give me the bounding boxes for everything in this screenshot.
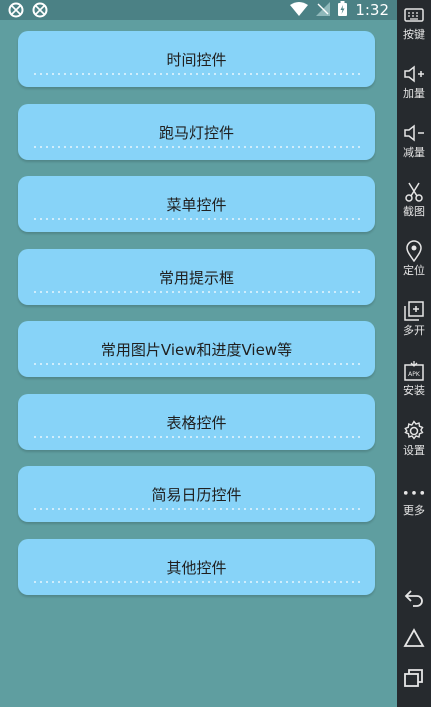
- sidebar-item-keys[interactable]: 按键: [397, 2, 431, 58]
- image-progress-view-button[interactable]: 常用图片View和进度View等: [18, 321, 375, 377]
- button-decoration: [32, 289, 361, 295]
- svg-text:APK: APK: [408, 371, 421, 378]
- button-label: 其他控件: [166, 558, 227, 577]
- button-decoration: [32, 71, 361, 77]
- button-decoration: [32, 434, 361, 440]
- table-widget-button[interactable]: 表格控件: [18, 394, 375, 450]
- apk-install-icon: APK: [403, 360, 425, 382]
- sidebar-label: 多开: [403, 324, 425, 337]
- sidebar-label: 加量: [403, 87, 425, 100]
- sidebar-item-multi-instance[interactable]: 多开: [397, 298, 431, 354]
- cell-signal-icon: [316, 1, 331, 20]
- sidebar-item-location[interactable]: 定位: [397, 238, 431, 294]
- sidebar-label: 按键: [403, 28, 425, 41]
- app-content: 时间控件 跑马灯控件 菜单控件 常用提示框 常用图片View和进度View等 表…: [0, 20, 397, 707]
- location-pin-icon: [403, 240, 425, 262]
- button-decoration: [32, 216, 361, 222]
- sidebar-item-settings[interactable]: 设置: [397, 418, 431, 474]
- button-decoration: [32, 361, 361, 367]
- dialog-widget-button[interactable]: 常用提示框: [18, 249, 375, 305]
- calendar-widget-button[interactable]: 简易日历控件: [18, 466, 375, 522]
- sidebar-label: 安装: [403, 384, 425, 397]
- sidebar-label: 减量: [403, 146, 425, 159]
- recents-icon[interactable]: [403, 667, 425, 689]
- sidebar-label: 设置: [403, 444, 425, 457]
- wifi-icon: [290, 1, 309, 20]
- back-icon[interactable]: [403, 587, 425, 609]
- sidebar-item-volume-down[interactable]: 减量: [397, 120, 431, 176]
- more-dots-icon: [403, 480, 425, 502]
- button-label: 表格控件: [166, 413, 227, 432]
- sidebar-label: 截图: [403, 205, 425, 218]
- button-decoration: [32, 506, 361, 512]
- menu-widget-button[interactable]: 菜单控件: [18, 176, 375, 232]
- button-label: 常用提示框: [158, 268, 234, 287]
- scissors-icon: [403, 181, 425, 203]
- sidebar-label: 定位: [403, 264, 425, 277]
- status-time: 1:32: [355, 1, 389, 19]
- time-widget-button[interactable]: 时间控件: [18, 31, 375, 87]
- keyboard-icon: [403, 4, 425, 26]
- sync-icon: [8, 2, 24, 22]
- other-widget-button[interactable]: 其他控件: [18, 539, 375, 595]
- button-decoration: [32, 144, 361, 150]
- gear-icon: [403, 420, 425, 442]
- sidebar-item-install[interactable]: APK 安装: [397, 358, 431, 414]
- sidebar-item-more[interactable]: 更多: [397, 478, 431, 534]
- emulator-sidebar: 按键 加量 减量 截图 定位 多开 APK 安装 设置 更多: [397, 0, 431, 707]
- volume-up-icon: [403, 63, 425, 85]
- battery-icon: [338, 0, 348, 20]
- sidebar-item-volume-up[interactable]: 加量: [397, 61, 431, 117]
- button-label: 跑马灯控件: [158, 123, 234, 142]
- marquee-widget-button[interactable]: 跑马灯控件: [18, 104, 375, 160]
- volume-down-icon: [403, 122, 425, 144]
- sync-icon: [32, 2, 48, 22]
- multi-window-icon: [403, 300, 425, 322]
- home-icon[interactable]: [403, 627, 425, 649]
- button-label: 时间控件: [166, 50, 227, 69]
- button-label: 简易日历控件: [151, 485, 242, 504]
- sidebar-label: 更多: [403, 504, 425, 517]
- status-bar: 1:32: [0, 0, 397, 20]
- button-decoration: [32, 579, 361, 585]
- button-label: 常用图片View和进度View等: [100, 340, 293, 359]
- button-label: 菜单控件: [166, 195, 227, 214]
- sidebar-item-screenshot[interactable]: 截图: [397, 179, 431, 235]
